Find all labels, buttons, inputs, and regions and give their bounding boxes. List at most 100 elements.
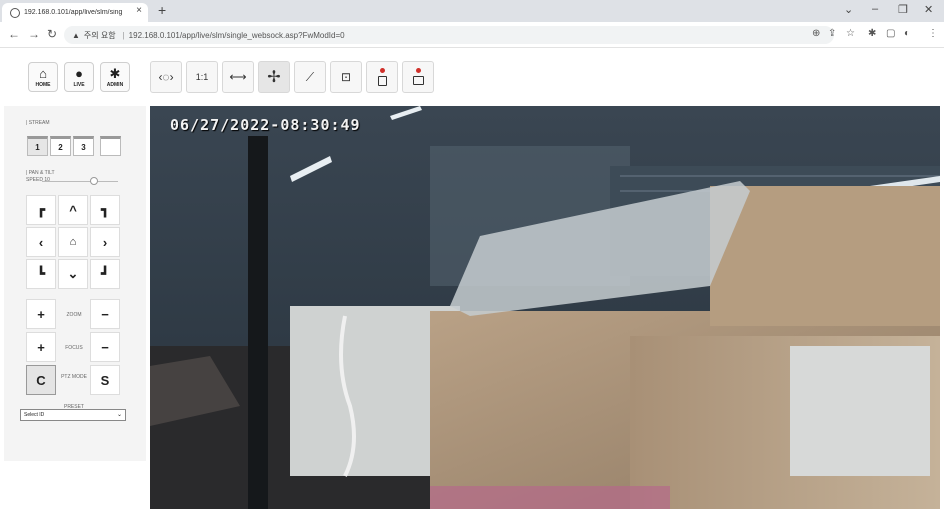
chevron-down-icon: ⌄ [67, 266, 79, 281]
line-icon: ⟋ [305, 69, 315, 84]
address-bar: ← → ↻ ▲ 주의 요함 | 192.168.0.101/app/live/s… [0, 22, 944, 48]
pan-up-left-button[interactable]: ┏ [26, 195, 56, 225]
tab-search-icon[interactable]: ⌄ [844, 3, 853, 16]
restore-icon[interactable]: ❐ [898, 3, 908, 16]
down-left-icon: ┗ [37, 266, 45, 281]
ptz-direction-button[interactable]: ‹◌› [150, 61, 182, 93]
profile-icon[interactable]: ◐ [904, 28, 910, 39]
record-sd-button[interactable] [366, 61, 398, 93]
stream-3-button[interactable]: 3 [73, 136, 94, 156]
preset-value: Select ID [24, 412, 45, 418]
globe-icon [10, 7, 20, 18]
speed-slider[interactable] [42, 177, 118, 185]
line-tool-button[interactable]: ⟋ [294, 61, 326, 93]
ptz-mode-label: PTZ MODE [61, 374, 87, 380]
pan-right-button[interactable]: › [90, 227, 120, 257]
gear-icon: ✱ [109, 65, 121, 81]
pantilt-label: | PAN & TILT [26, 170, 55, 176]
ptz-arrows-icon: ‹◌› [158, 70, 174, 84]
home-icon: ⌂ [69, 236, 77, 248]
insecure-label: 주의 요함 [83, 30, 116, 40]
down-right-icon: ┛ [101, 266, 109, 281]
video-timestamp: 06/27/2022-08:30:49 [170, 116, 361, 134]
back-icon[interactable]: ← [8, 27, 20, 41]
record-local-button[interactable] [402, 61, 434, 93]
browser-tab[interactable]: 192.168.0.101/app/live/slm/sing × [2, 3, 148, 22]
reload-icon[interactable]: ↻ [47, 27, 57, 41]
zoom-in-button[interactable]: + [26, 299, 56, 329]
local-record-icon [412, 76, 424, 85]
new-tab-icon[interactable]: + [158, 2, 166, 18]
pan-up-button[interactable]: ^ [58, 195, 88, 225]
live-video-feed[interactable]: 06/27/2022-08:30:49 [150, 106, 940, 509]
url-separator: | [122, 30, 125, 40]
horizontal-arrows-icon: ⟷ [229, 70, 247, 84]
stream-2-button[interactable]: 2 [50, 136, 71, 156]
share-icon[interactable]: ⇪ [828, 28, 836, 39]
box-label [790, 346, 930, 476]
live-icon: ● [75, 65, 83, 81]
ptz-mode-c-button[interactable]: C [26, 365, 56, 395]
stream-label: | STREAM [26, 120, 50, 126]
zoom-label: ZOOM [66, 312, 82, 318]
chevron-up-icon: ^ [69, 202, 77, 218]
minimize-icon[interactable]: – [872, 3, 878, 15]
close-tab-icon[interactable]: × [136, 5, 142, 16]
chevron-left-icon: ‹ [38, 234, 44, 250]
preset-select[interactable]: Select ID ⌄ [20, 409, 126, 421]
url-input[interactable]: ▲ 주의 요함 | 192.168.0.101/app/live/slm/sin… [64, 26, 834, 44]
live-label: LIVE [73, 81, 85, 88]
chevron-down-icon: ⌄ [116, 412, 122, 418]
fit-width-button[interactable]: ⟷ [222, 61, 254, 93]
admin-button[interactable]: ✱ ADMIN [100, 62, 130, 92]
control-panel: | STREAM 1 2 3 | PAN & TILT SPEED 10 ┏ ^… [4, 106, 146, 461]
minus-icon: − [101, 339, 109, 355]
focus-near-button[interactable]: + [26, 332, 56, 362]
zoom-icon[interactable]: ⊕ [812, 28, 820, 39]
window-close-icon[interactable]: ✕ [924, 3, 933, 16]
menu-icon[interactable]: ⋮ [928, 28, 938, 39]
extensions-icon[interactable]: ✱ [868, 28, 876, 39]
up-left-icon: ┏ [37, 202, 45, 217]
sd-card-icon [377, 76, 387, 86]
up-right-icon: ┓ [101, 202, 109, 217]
home-label: HOME [35, 81, 51, 88]
pan-down-right-button[interactable]: ┛ [90, 259, 120, 289]
focus-far-button[interactable]: − [90, 332, 120, 362]
record-dot-icon [415, 68, 421, 73]
browser-tab-bar: 192.168.0.101/app/live/slm/sing × + ⌄ – … [0, 0, 944, 22]
forward-icon[interactable]: → [28, 27, 40, 41]
record-dot-icon [379, 68, 385, 73]
stream-4-button[interactable] [100, 136, 121, 156]
snapshot-icon: ⊡ [340, 70, 352, 84]
stream-1-button[interactable]: 1 [27, 136, 48, 156]
c-label: C [36, 372, 46, 388]
admin-label: ADMIN [106, 81, 124, 88]
home-button[interactable]: ⌂ HOME [28, 62, 58, 92]
pan-down-left-button[interactable]: ┗ [26, 259, 56, 289]
s-label: S [100, 372, 110, 388]
url-text: 192.168.0.101/app/live/slm/single_websoc… [128, 30, 345, 40]
minus-icon: − [101, 306, 109, 322]
bookmark-star-icon[interactable]: ☆ [846, 28, 855, 39]
camera-scene [150, 106, 940, 509]
pan-home-button[interactable]: ⌂ [58, 227, 88, 257]
live-button[interactable]: ● LIVE [64, 62, 94, 92]
focus-label: FOCUS [65, 345, 83, 351]
move-arrows-icon: ✢ [267, 69, 281, 86]
plus-icon: + [37, 339, 45, 355]
ptz-mode-s-button[interactable]: S [90, 365, 120, 395]
tab-title: 192.168.0.101/app/live/slm/sing [24, 9, 123, 16]
move-button[interactable]: ✢ [258, 61, 290, 93]
speed-slider-knob[interactable] [89, 177, 98, 185]
pan-up-right-button[interactable]: ┓ [90, 195, 120, 225]
snapshot-button[interactable]: ⊡ [330, 61, 362, 93]
one-to-one-button[interactable]: 1:1 [186, 61, 218, 93]
pan-down-button[interactable]: ⌄ [58, 259, 88, 289]
home-icon: ⌂ [39, 65, 47, 81]
speed-label: SPEED 10 [26, 177, 50, 183]
warning-icon: ▲ [72, 30, 80, 40]
sidepanel-icon[interactable]: ▢ [886, 28, 895, 39]
zoom-out-button[interactable]: − [90, 299, 120, 329]
pan-left-button[interactable]: ‹ [26, 227, 56, 257]
